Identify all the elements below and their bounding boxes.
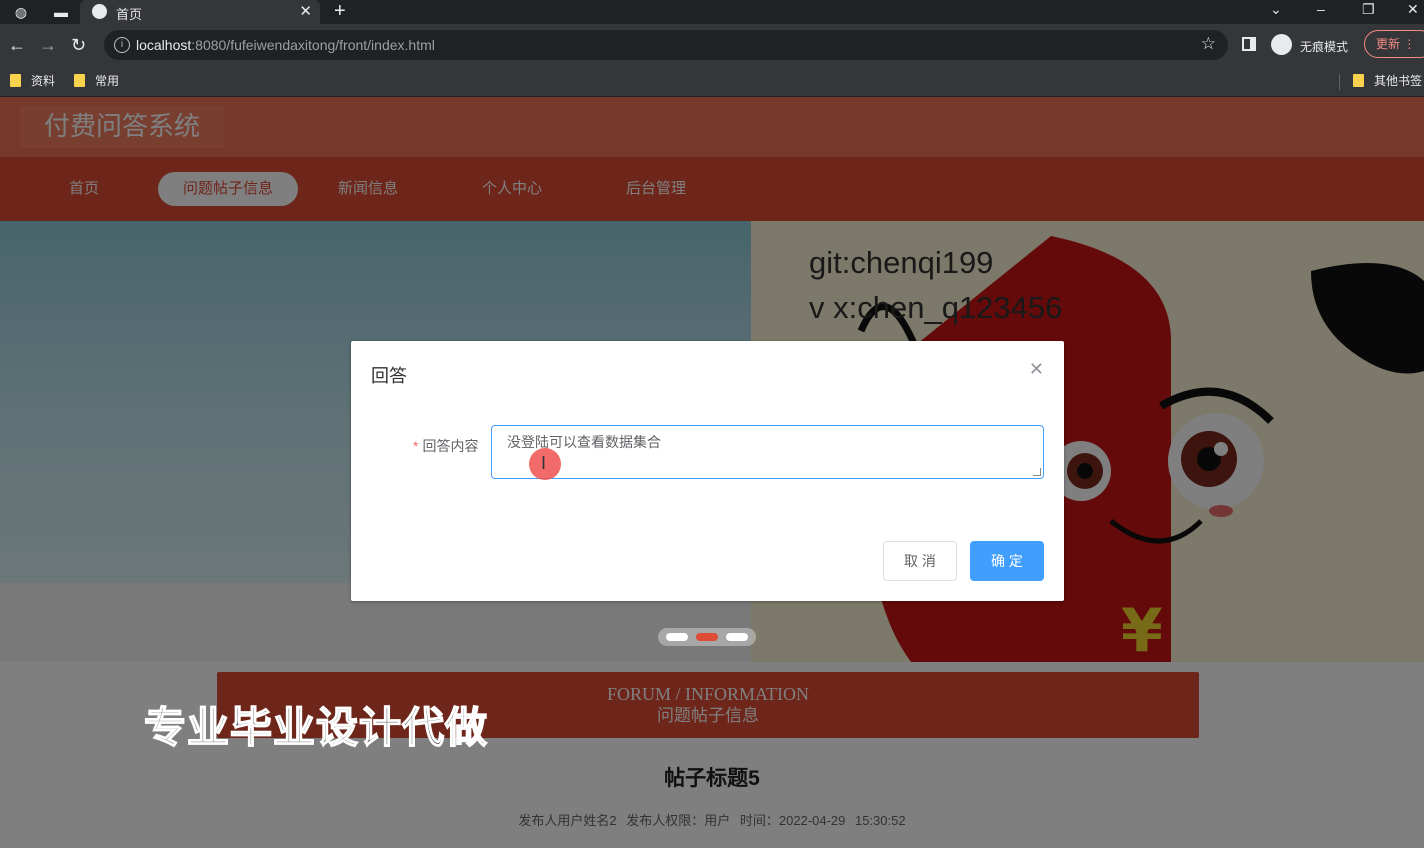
window-icon[interactable]: ▬ — [52, 3, 70, 21]
address-bar[interactable]: i localhost:8080/fufeiwendaxitong/front/… — [104, 30, 1228, 60]
folder-icon — [10, 74, 21, 87]
screen: ◍ ▬ 首页 ✕ + ⌄ – ❐ ✕ ← → ↻ i localhost:808… — [0, 0, 1424, 848]
globe-icon[interactable]: ◍ — [12, 3, 30, 21]
browser-tab-bar: ◍ ▬ 首页 ✕ + ⌄ – ❐ ✕ — [0, 0, 1424, 24]
resize-handle-icon[interactable] — [1033, 468, 1041, 476]
answer-content-textarea[interactable]: 没登陆可以查看数据集合 — [491, 425, 1044, 479]
tab-search-icon[interactable]: ⌄ — [1270, 0, 1282, 18]
dialog-title: 回答 — [371, 366, 407, 386]
bookmark-folder[interactable]: 常用 — [74, 73, 119, 89]
carousel-indicators — [658, 628, 756, 646]
bookmark-star-icon[interactable]: ☆ — [1201, 34, 1216, 54]
minimize-icon[interactable]: – — [1317, 0, 1325, 18]
other-bookmarks-folder[interactable]: 其他书签 — [1353, 73, 1422, 89]
incognito-label: 无痕模式 — [1300, 40, 1349, 54]
answer-dialog: 回答 ✕ * 回答内容 没登陆可以查看数据集合 I 取 消 确 定 — [351, 341, 1064, 601]
reload-icon[interactable]: ↻ — [71, 35, 86, 55]
watermark-text: 专业毕业设计代做 — [143, 702, 489, 753]
browser-tab-home[interactable]: 首页 ✕ — [80, 0, 320, 24]
bookmarks-bar: 资料 常用 其他书签 — [0, 66, 1424, 97]
info-icon[interactable]: i — [114, 37, 130, 53]
answer-content-label: * 回答内容 — [413, 436, 478, 456]
restore-icon[interactable]: ❐ — [1362, 0, 1375, 18]
bookmark-label: 其他书签 — [1374, 74, 1423, 88]
url-host: localhost — [136, 37, 192, 53]
side-panel-icon[interactable] — [1242, 37, 1256, 51]
tab-title: 首页 — [116, 7, 143, 22]
bookmark-label: 资料 — [31, 74, 56, 88]
back-icon[interactable]: ← — [8, 35, 26, 55]
url-path: :8080/fufeiwendaxitong/front/index.html — [191, 37, 435, 53]
textarea-value: 没登陆可以查看数据集合 — [507, 434, 661, 450]
carousel-dot[interactable] — [666, 633, 688, 641]
folder-icon — [74, 74, 85, 87]
update-label: 更新 — [1376, 37, 1401, 51]
incognito-icon — [1271, 34, 1292, 55]
cancel-button[interactable]: 取 消 — [883, 541, 957, 581]
update-button[interactable]: 更新 ⋮ — [1364, 30, 1424, 58]
text-cursor-icon: I — [541, 453, 547, 473]
forward-icon[interactable]: → — [39, 35, 57, 55]
folder-icon — [1353, 74, 1364, 87]
carousel-dot[interactable] — [726, 633, 748, 641]
url-text: localhost:8080/fufeiwendaxitong/front/in… — [136, 37, 435, 53]
bookmark-label: 常用 — [95, 74, 120, 88]
tab-favicon-icon — [92, 4, 107, 19]
required-asterisk: * — [413, 438, 419, 454]
confirm-button[interactable]: 确 定 — [970, 541, 1044, 581]
carousel-dot-active[interactable] — [696, 633, 718, 641]
bookmark-separator — [1339, 74, 1340, 90]
close-icon[interactable]: ✕ — [1029, 359, 1044, 380]
browser-toolbar: ← → ↻ i localhost:8080/fufeiwendaxitong/… — [0, 24, 1424, 66]
new-tab-icon[interactable]: + — [334, 0, 346, 22]
bookmark-folder[interactable]: 资料 — [10, 73, 55, 89]
window-close-icon[interactable]: ✕ — [1407, 0, 1419, 18]
answer-label-text: 回答内容 — [422, 438, 479, 454]
close-tab-icon[interactable]: ✕ — [299, 2, 312, 20]
